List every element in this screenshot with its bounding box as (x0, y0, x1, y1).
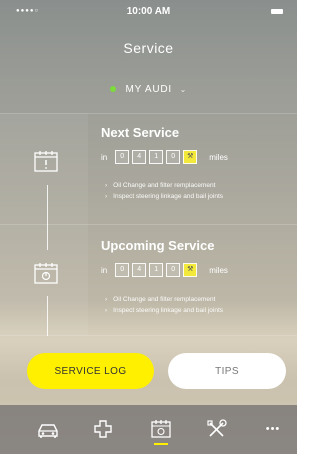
upcoming-service-title: Upcoming Service (101, 238, 215, 253)
more-icon[interactable]: ••• (259, 417, 287, 441)
mileage-digit: 4 (132, 263, 147, 277)
wrench-icon: ⚒ (183, 150, 198, 164)
timeline-line-lower (47, 296, 48, 336)
next-service-units: miles (209, 152, 228, 162)
mileage-digit: 0 (166, 150, 181, 164)
list-item: Inspect steering linkage and bail joints (105, 191, 223, 202)
chevron-down-icon: ⌄ (179, 85, 188, 94)
tips-button[interactable]: TIPS (168, 353, 286, 389)
mileage-digit: 1 (149, 263, 164, 277)
service-log-button[interactable]: SERVICE LOG (27, 353, 154, 389)
upcoming-service-items: Oil Change and filter remplacement Inspe… (105, 294, 223, 316)
mileage-digit: 0 (115, 150, 130, 164)
upcoming-service-odometer: in 0 4 1 0 ⚒ miles (101, 263, 228, 277)
next-service-in-label: in (101, 152, 108, 162)
mileage-digit: 4 (132, 150, 147, 164)
mileage-digit: 0 (166, 263, 181, 277)
car-icon[interactable] (34, 417, 62, 441)
service-calendar-icon[interactable] (147, 417, 175, 441)
service-screen: ●●●●○ 10:00 AM Service MY AUDI ⌄ Next Se… (0, 0, 297, 454)
wrench-icon: ⚒ (183, 263, 198, 277)
mileage-digits: 0 4 1 0 ⚒ (115, 263, 198, 277)
list-item: Inspect steering linkage and bail joints (105, 305, 223, 316)
tools-icon[interactable] (203, 417, 231, 441)
page-title: Service (123, 40, 174, 56)
medical-cross-icon[interactable] (89, 417, 117, 441)
battery-icon (271, 9, 283, 14)
next-service-title: Next Service (101, 125, 180, 140)
next-service-items: Oil Change and filter remplacement Inspe… (105, 180, 223, 202)
active-tab-indicator (154, 443, 168, 445)
timeline-line (47, 185, 48, 250)
divider-bottom (0, 335, 297, 336)
mileage-digits: 0 4 1 0 ⚒ (115, 150, 198, 164)
vehicle-selector[interactable]: MY AUDI ⌄ (0, 84, 297, 95)
next-service-odometer: in 0 4 1 0 ⚒ miles (101, 150, 228, 164)
calendar-alert-icon (34, 151, 58, 172)
upcoming-service-in-label: in (101, 265, 108, 275)
mileage-digit: 1 (149, 150, 164, 164)
divider-middle (0, 224, 297, 225)
status-time: 10:00 AM (126, 6, 171, 17)
vehicle-name: MY AUDI (125, 84, 173, 95)
status-bar: ●●●●○ 10:00 AM (0, 0, 297, 22)
vehicle-status-dot (109, 86, 116, 93)
list-item: Oil Change and filter remplacement (105, 294, 223, 305)
mileage-digit: 0 (115, 263, 130, 277)
list-item: Oil Change and filter remplacement (105, 180, 223, 191)
upcoming-service-units: miles (209, 265, 228, 275)
bottom-nav: ••• (0, 405, 297, 454)
calendar-service-icon (34, 263, 58, 284)
